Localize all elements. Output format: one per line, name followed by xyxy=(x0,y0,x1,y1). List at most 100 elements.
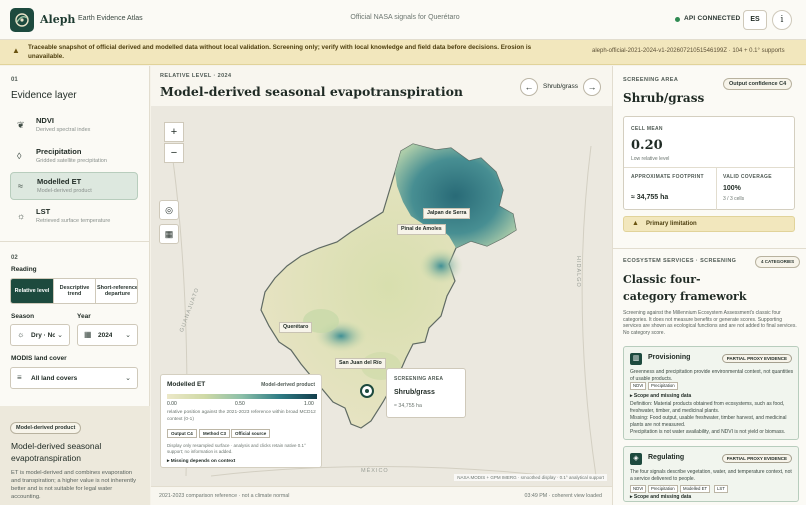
layer-ndvi[interactable]: ❦ NDVI Derived spectral index xyxy=(10,112,138,140)
legend-color-ramp xyxy=(167,394,317,399)
section-number: 01 xyxy=(11,77,18,83)
place-label[interactable]: San Juan del Río xyxy=(335,358,386,369)
brand-name: Aleph xyxy=(40,13,76,26)
reading-label: Reading xyxy=(11,266,37,273)
shield-icon: ◈ xyxy=(630,453,642,465)
grid-icon[interactable]: ▦ xyxy=(159,224,179,244)
legend-chip: Official source xyxy=(231,429,271,438)
service-card-regulating: ◈ Regulating PARTIAL PROXY EVIDENCE The … xyxy=(623,446,799,502)
eco-title: Classic four-category framework xyxy=(623,273,747,303)
year-value: 2024 xyxy=(98,332,113,339)
warning-banner: ▲ Traceable snapshot of official derived… xyxy=(0,40,806,65)
legend-tick: 0.00 xyxy=(167,401,177,407)
layer-name: Modelled ET xyxy=(37,177,82,186)
service-chip: LST xyxy=(714,485,728,493)
cell-mean-sub: Low relative level xyxy=(631,156,670,162)
legend-tick: 1.00 xyxy=(304,401,314,407)
sun-icon: ☼ xyxy=(17,330,25,339)
popup-name: Shrub/grass xyxy=(394,389,435,396)
season-label: Season xyxy=(11,313,35,320)
place-label[interactable]: Jalpan de Serra xyxy=(423,208,471,219)
divider xyxy=(613,248,806,249)
zoom-in-button[interactable]: + xyxy=(164,122,184,142)
locate-icon[interactable]: ◎ xyxy=(159,200,179,220)
layer-desc: Gridded satellite precipitation xyxy=(36,158,107,164)
map-kicker: RELATIVE LEVEL · 2024 xyxy=(160,73,232,79)
service-chip: NDVI xyxy=(630,382,647,390)
api-status: API CONNECTED xyxy=(684,15,741,22)
snapshot-id: aleph-official-2021-2024-v1-202607210515… xyxy=(592,48,785,54)
chevron-down-icon: ⌄ xyxy=(125,375,131,382)
service-missing: Missing: Food output, usable freshwater,… xyxy=(630,415,787,428)
reading-option-relative[interactable]: Relative level xyxy=(11,279,53,303)
map-legend: Modelled ET Model-derived product 0.00 0… xyxy=(160,374,322,468)
scope-toggle[interactable]: ▸ Scope and missing data xyxy=(630,494,691,501)
service-name: Provisioning xyxy=(648,354,691,361)
page-title: Model-derived seasonal evapotranspiratio… xyxy=(160,84,463,99)
reading-option-departure[interactable]: Short-reference departure xyxy=(95,279,137,303)
layer-precipitation[interactable]: ◊ Precipitation Gridded satellite precip… xyxy=(10,143,138,171)
language-button[interactable]: ES xyxy=(743,10,767,30)
right-panel: SCREENING AREA Shrub/grass Output confid… xyxy=(612,66,806,505)
divider xyxy=(716,168,717,210)
product-tag: Model-derived product xyxy=(10,422,82,434)
service-badge: PARTIAL PROXY EVIDENCE xyxy=(721,454,792,463)
stats-card: CELL MEAN 0.20 Low relative level APPROX… xyxy=(623,116,795,210)
map-attribution: NASA MODIS + GPM IMERG · smoothed displa… xyxy=(454,474,607,481)
landcover-label: MODIS land cover xyxy=(11,355,67,362)
page-context-title: Official NASA signals for Querétaro xyxy=(350,14,460,21)
sun-icon: ☼ xyxy=(17,211,26,221)
arrow-left-icon[interactable]: ← xyxy=(520,78,538,96)
landcover-value: All land covers xyxy=(31,375,78,382)
area-kicker: SCREENING AREA xyxy=(623,77,679,83)
zoom-out-button[interactable]: − xyxy=(164,143,184,163)
cell-mean-value: 0.20 xyxy=(631,138,663,153)
product-description: ET is model-derived and combines evapora… xyxy=(11,470,137,500)
service-chip: Precipitation xyxy=(648,485,678,493)
layer-modelled-et[interactable]: ≈ Modelled ET Model-derived product xyxy=(10,172,138,200)
footprint-label: APPROXIMATE FOOTPRINT xyxy=(631,174,704,180)
map-pin-icon[interactable] xyxy=(360,384,374,398)
season-value: Dry · Nov xyxy=(31,332,55,339)
scope-toggle[interactable]: ▸ Scope and missing data xyxy=(630,393,691,400)
popup-value: ≈ 34,755 ha xyxy=(394,403,422,409)
info-icon[interactable]: i xyxy=(772,10,792,30)
arrow-right-icon[interactable]: → xyxy=(583,78,601,96)
season-select[interactable]: ☼ Dry · Nov ⌄ xyxy=(10,324,70,346)
logo-icon[interactable] xyxy=(10,8,34,32)
limitation-label: Primary limitation xyxy=(646,221,697,227)
reading-option-trend[interactable]: Descriptive trend xyxy=(53,279,95,303)
nav-area-label: Shrub/grass xyxy=(543,83,579,90)
place-label[interactable]: Pinal de Amoles xyxy=(397,224,446,235)
chevron-down-icon: ⌄ xyxy=(125,332,131,339)
place-label[interactable]: Querétaro xyxy=(279,322,313,333)
footer-status: 03:49 PM · coherent view loaded xyxy=(524,493,602,499)
layer-lst[interactable]: ☼ LST Retrieved surface temperature xyxy=(10,203,138,231)
map-panel: RELATIVE LEVEL · 2024 Model-derived seas… xyxy=(151,66,612,505)
chevron-down-icon: ⌄ xyxy=(57,332,63,339)
legend-subtitle: Model-derived product xyxy=(261,382,315,388)
waves-icon: ≈ xyxy=(18,181,23,191)
layer-desc: Model-derived product xyxy=(37,188,92,194)
service-card-provisioning: ▥ Provisioning PARTIAL PROXY EVIDENCE Gr… xyxy=(623,346,799,440)
top-bar: Aleph Earth Evidence Atlas Official NASA… xyxy=(0,0,806,40)
footprint-value: ≈ 34,755 ha xyxy=(631,194,669,201)
map-popup: SCREENING AREA Shrub/grass ≈ 34,755 ha xyxy=(386,368,466,418)
divider xyxy=(624,167,794,168)
warning-icon: ▲ xyxy=(12,46,20,55)
list-icon: ≡ xyxy=(17,373,22,382)
service-definition: Definition: Material products obtained f… xyxy=(630,401,785,414)
section-number: 02 xyxy=(11,255,18,261)
legend-expand[interactable]: ▸ Missing depends on context xyxy=(167,459,235,464)
left-sidebar: 01 Evidence layer ❦ NDVI Derived spectra… xyxy=(0,66,150,505)
banner-message: Traceable snapshot of official derived a… xyxy=(28,44,532,60)
limitation-toggle[interactable]: ▲ Primary limitation xyxy=(623,216,795,232)
drop-icon: ◊ xyxy=(17,151,22,161)
year-select[interactable]: ▦ 2024 ⌄ xyxy=(77,324,138,346)
layer-name: Precipitation xyxy=(36,147,82,156)
legend-chip: Output C4 xyxy=(167,429,197,438)
eco-badge: 4 CATEGORIES xyxy=(755,256,801,268)
landcover-select[interactable]: ≡ All land covers ⌄ xyxy=(10,367,138,389)
eco-kicker: ECOSYSTEM SERVICES · SCREENING xyxy=(623,258,737,264)
map-footer: 2021-2023 comparison reference · not a c… xyxy=(151,486,612,505)
